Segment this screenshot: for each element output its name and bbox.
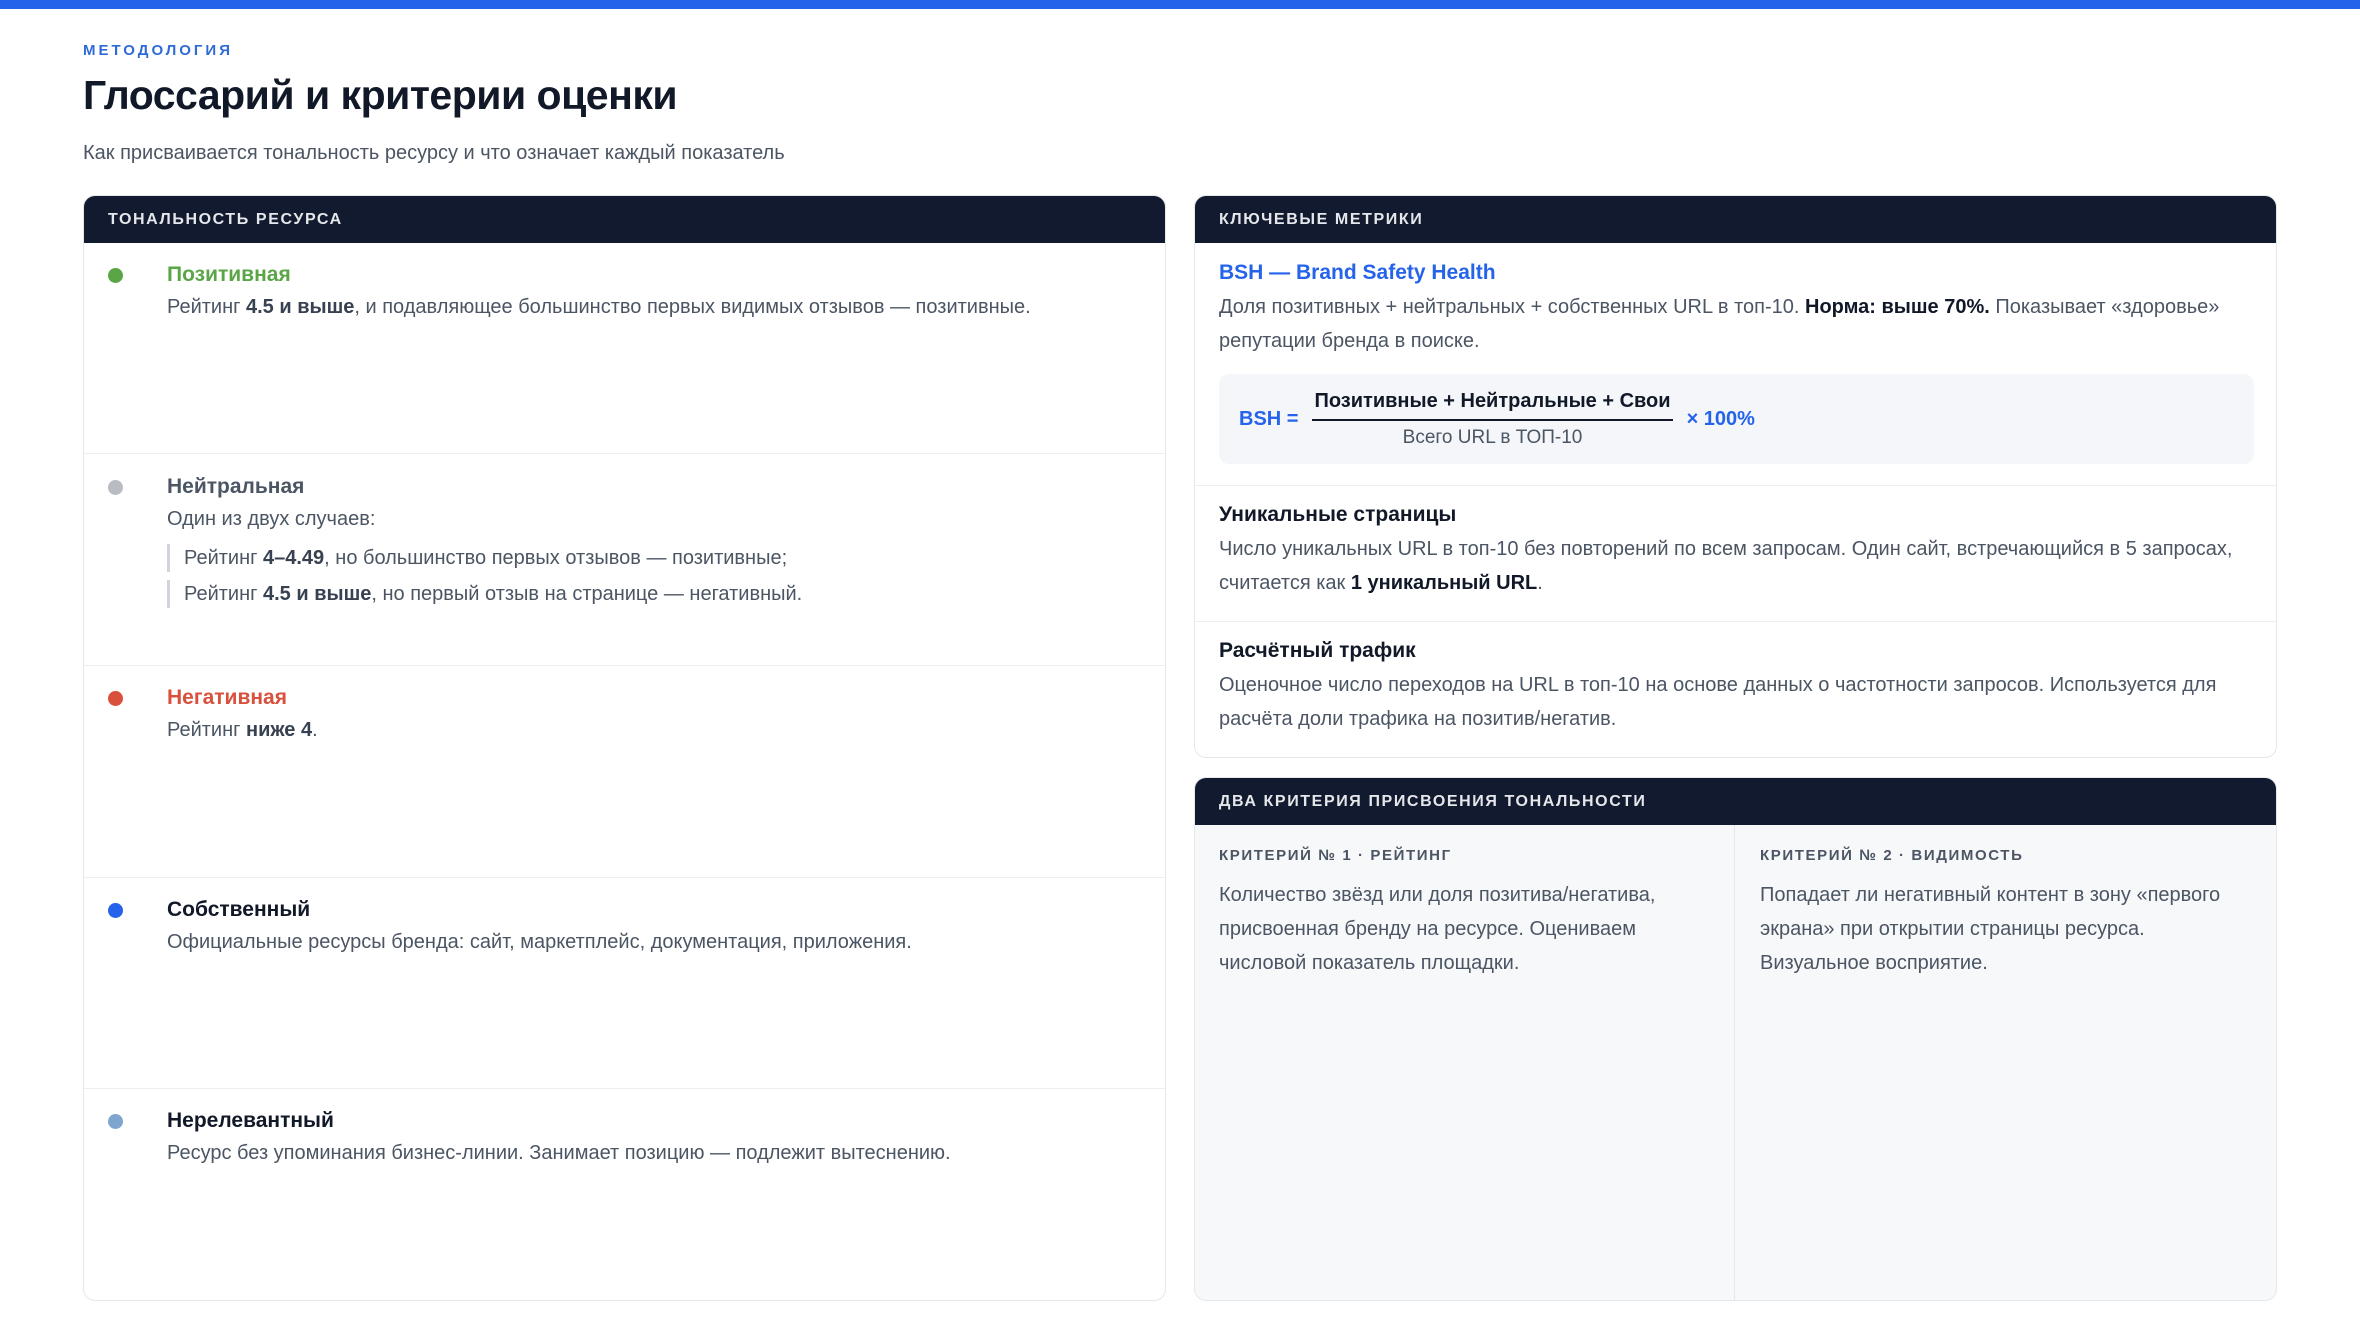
tone-name: Негативная bbox=[167, 686, 287, 709]
metric-desc: Оценочное число переходов на URL в топ-1… bbox=[1219, 674, 2217, 730]
tone-desc: Ресурс без упоминания бизнес-линии. Зани… bbox=[167, 1142, 951, 1164]
tone-item-own: Собственный Официальные ресурсы бренда: … bbox=[84, 895, 1165, 957]
divider bbox=[84, 665, 1165, 666]
tone-name: Собственный bbox=[167, 898, 311, 921]
metric-name: BSH — Brand Safety Health bbox=[1219, 261, 1496, 284]
neutral-dot-icon bbox=[108, 480, 123, 495]
neutral-case: Рейтинг 4–4.49, но большинство первых от… bbox=[167, 544, 1141, 572]
tone-item-positive: Позитивная Рейтинг 4.5 и выше, и подавля… bbox=[84, 260, 1165, 322]
criterion-text: Попадает ли негативный контент в зону «п… bbox=[1760, 884, 2221, 974]
formula-lhs: BSH = bbox=[1239, 407, 1299, 430]
top-accent-bar bbox=[0, 0, 2360, 9]
divider bbox=[84, 1088, 1165, 1089]
criterion-label: КРИТЕРИЙ № 1 · РЕЙТИНГ bbox=[1219, 847, 1452, 864]
tone-item-irrelevant: Нерелевантный Ресурс без упоминания бизн… bbox=[84, 1106, 1165, 1168]
tone-desc: Официальные ресурсы бренда: сайт, маркет… bbox=[167, 931, 912, 953]
criterion-visibility: КРИТЕРИЙ № 2 · ВИДИМОСТЬ Попадает ли нег… bbox=[1736, 825, 2276, 1300]
tone-desc: Один из двух случаев: bbox=[167, 508, 376, 530]
formula-rhs: × 100% bbox=[1686, 407, 1755, 430]
irrelevant-dot-icon bbox=[108, 1114, 123, 1129]
own-dot-icon bbox=[108, 903, 123, 918]
divider bbox=[1195, 485, 2276, 486]
formula-fraction: Позитивные + Нейтральные + Свои Всего UR… bbox=[1312, 390, 1673, 449]
neutral-case: Рейтинг 4.5 и выше, но первый отзыв на с… bbox=[167, 580, 1141, 608]
divider bbox=[84, 877, 1165, 878]
tone-item-neutral: Нейтральная Один из двух случаев: Рейтин… bbox=[84, 472, 1165, 608]
bsh-formula: BSH = Позитивные + Нейтральные + Свои Вс… bbox=[1219, 374, 2254, 464]
formula-numerator: Позитивные + Нейтральные + Свои bbox=[1312, 390, 1673, 421]
tone-item-negative: Негативная Рейтинг ниже 4. bbox=[84, 683, 1165, 745]
positive-dot-icon bbox=[108, 268, 123, 283]
criterion-text: Количество звёзд или доля позитива/негат… bbox=[1219, 884, 1656, 974]
metrics-card: КЛЮЧЕВЫЕ МЕТРИКИ BSH — Brand Safety Heal… bbox=[1194, 195, 2277, 758]
metric-desc: Число уникальных URL в топ-10 без повтор… bbox=[1219, 538, 2233, 594]
eyebrow-label: МЕТОДОЛОГИЯ bbox=[83, 42, 233, 59]
metric-bsh: BSH — Brand Safety Health Доля позитивны… bbox=[1195, 258, 2276, 358]
tone-desc: Рейтинг 4.5 и выше, и подавляющее больши… bbox=[167, 296, 1031, 318]
metric-traffic: Расчётный трафик Оценочное число переход… bbox=[1195, 636, 2276, 736]
criterion-label: КРИТЕРИЙ № 2 · ВИДИМОСТЬ bbox=[1760, 847, 2024, 864]
page-title: Глоссарий и критерии оценки bbox=[83, 72, 678, 118]
tone-name: Нерелевантный bbox=[167, 1109, 334, 1132]
metric-name: Уникальные страницы bbox=[1219, 503, 1457, 526]
criteria-card-header: ДВА КРИТЕРИЯ ПРИСВОЕНИЯ ТОНАЛЬНОСТИ bbox=[1195, 778, 2276, 825]
criteria-card: ДВА КРИТЕРИЯ ПРИСВОЕНИЯ ТОНАЛЬНОСТИ КРИТ… bbox=[1194, 777, 2277, 1301]
metric-desc: Доля позитивных + нейтральных + собствен… bbox=[1219, 296, 2220, 352]
tone-name: Позитивная bbox=[167, 263, 291, 286]
tonality-card-header: ТОНАЛЬНОСТЬ РЕСУРСА bbox=[84, 196, 1165, 243]
metric-unique-pages: Уникальные страницы Число уникальных URL… bbox=[1195, 500, 2276, 600]
divider bbox=[84, 453, 1165, 454]
tonality-card: ТОНАЛЬНОСТЬ РЕСУРСА Позитивная Рейтинг 4… bbox=[83, 195, 1166, 1301]
metrics-card-header: КЛЮЧЕВЫЕ МЕТРИКИ bbox=[1195, 196, 2276, 243]
page-subtitle: Как присваивается тональность ресурсу и … bbox=[83, 142, 785, 164]
metric-name: Расчётный трафик bbox=[1219, 639, 1416, 662]
tone-desc: Рейтинг ниже 4. bbox=[167, 719, 318, 741]
formula-denominator: Всего URL в ТОП-10 bbox=[1402, 426, 1583, 448]
negative-dot-icon bbox=[108, 691, 123, 706]
tone-name: Нейтральная bbox=[167, 475, 305, 498]
criterion-rating: КРИТЕРИЙ № 1 · РЕЙТИНГ Количество звёзд … bbox=[1195, 825, 1735, 1300]
divider bbox=[1195, 621, 2276, 622]
